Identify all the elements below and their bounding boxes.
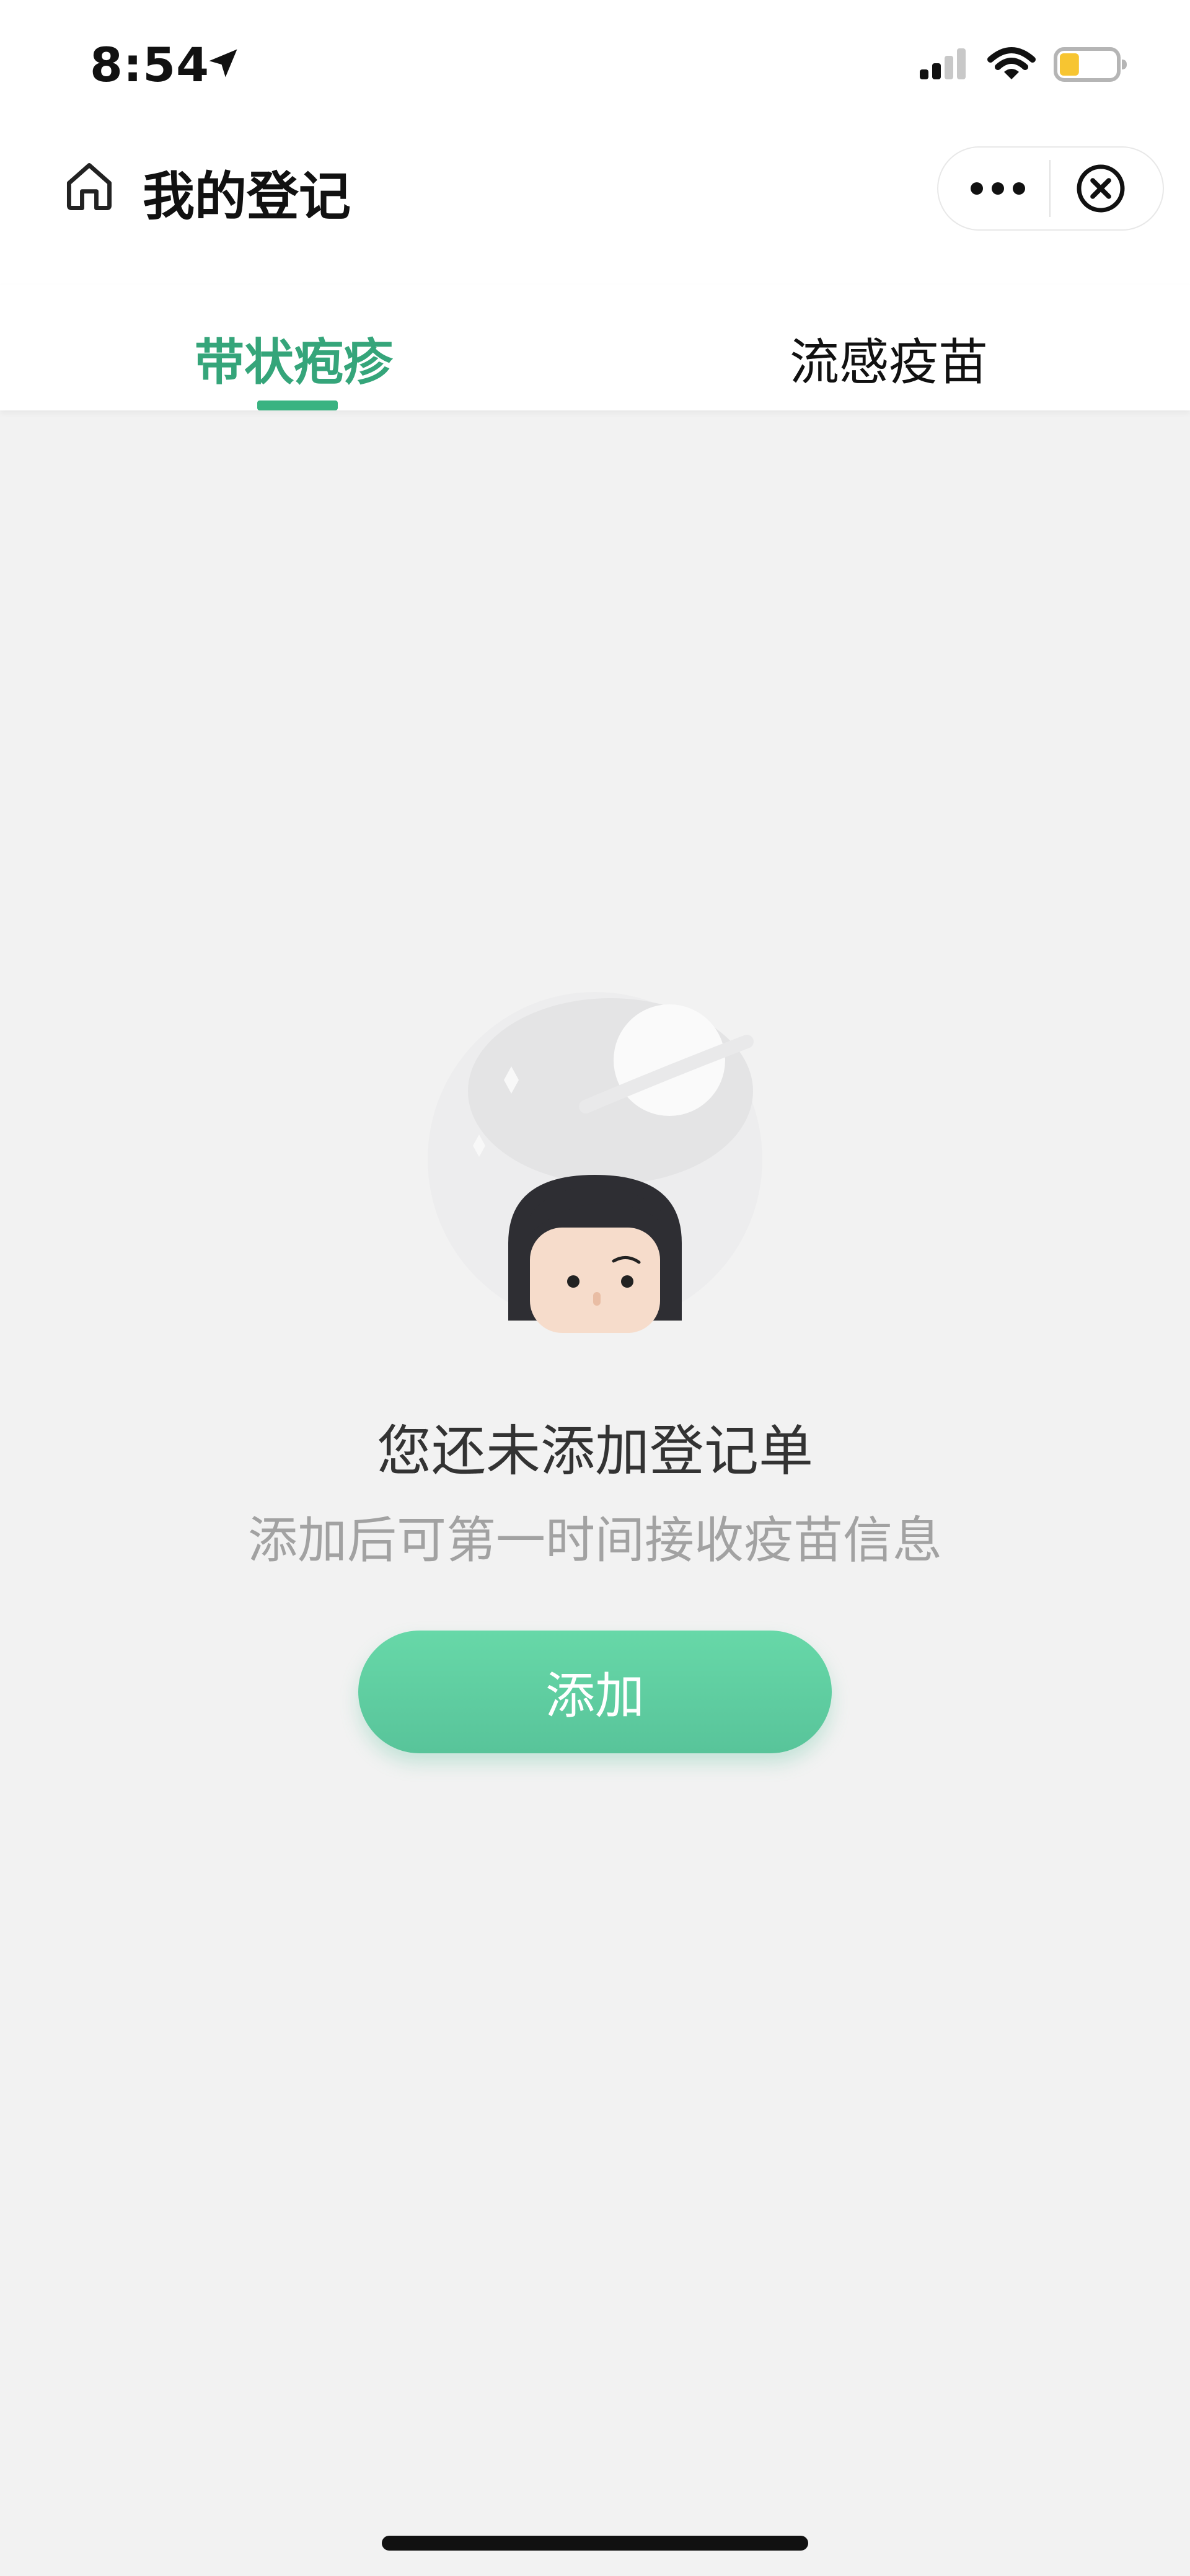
more-icon[interactable] bbox=[967, 175, 1029, 202]
tab-bar bbox=[0, 285, 1190, 410]
active-tab-indicator bbox=[257, 401, 338, 410]
empty-state-subtitle: 添加后可第一时间接收疫苗信息 bbox=[248, 1512, 942, 1569]
wifi-icon bbox=[987, 47, 1036, 79]
add-button[interactable]: 添加 bbox=[358, 1631, 832, 1753]
status-time: 8:54 bbox=[90, 37, 210, 92]
capsule-divider bbox=[1049, 160, 1051, 217]
home-icon[interactable] bbox=[61, 158, 118, 215]
close-icon[interactable] bbox=[1075, 162, 1127, 215]
battery-icon bbox=[1054, 47, 1127, 82]
home-indicator[interactable] bbox=[382, 2536, 808, 2551]
tab-flu-vaccine[interactable]: 流感疫苗 bbox=[790, 322, 988, 394]
page-title: 我的登记 bbox=[143, 166, 351, 227]
empty-state-girl-planet-illustration bbox=[428, 992, 762, 1333]
signal-icon bbox=[920, 48, 966, 79]
location-arrow-icon bbox=[209, 49, 237, 77]
tab-herpes-zoster[interactable]: 带状疱疹 bbox=[195, 322, 393, 394]
empty-state-title: 您还未添加登记单 bbox=[376, 1419, 813, 1483]
